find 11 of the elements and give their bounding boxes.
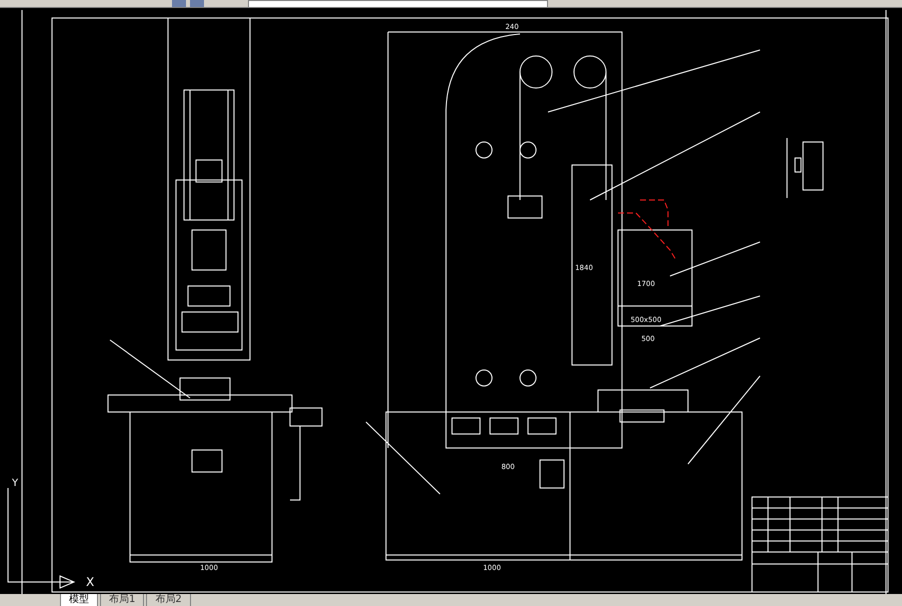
toolbar-icon[interactable] [172,0,186,7]
hidden-outline-drawing [618,200,676,260]
axis-label: Y [12,478,18,489]
toolbar-icon[interactable] [190,0,204,7]
ucs-axis-icon [8,488,76,589]
layout-tab[interactable]: 布局2 [146,594,191,606]
layout-tab[interactable]: 布局1 [100,594,144,606]
rotated-note-drawing [786,138,824,198]
layout-tab[interactable]: 模型 [60,594,98,606]
axis-label: X [86,575,94,589]
layer-dropdown[interactable] [248,0,548,8]
